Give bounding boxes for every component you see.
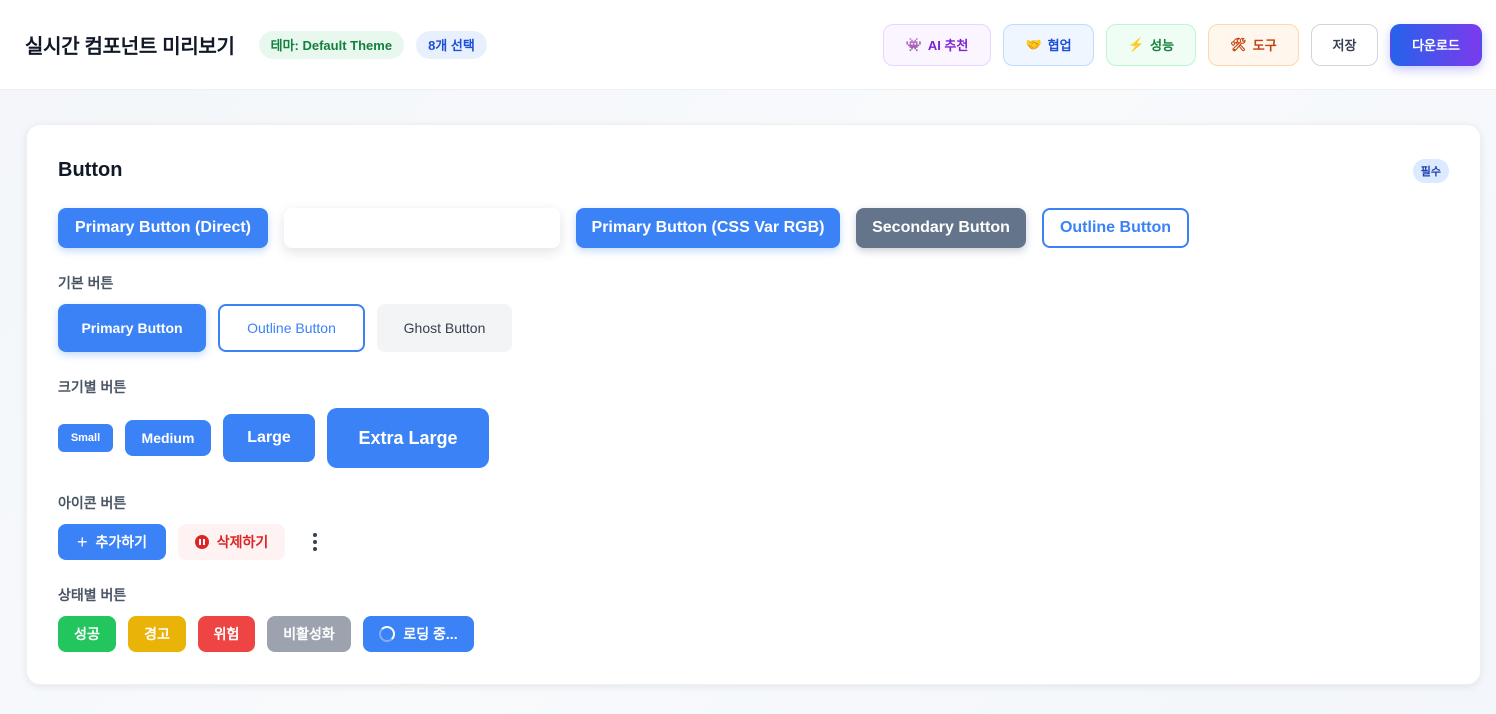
small-button[interactable]: Small	[58, 424, 113, 452]
add-button-label: 추가하기	[95, 534, 148, 550]
delete-button-label: 삭제하기	[216, 534, 269, 550]
large-button[interactable]: Large	[223, 414, 315, 462]
download-button[interactable]: 다운로드	[1390, 23, 1482, 66]
button-component-card: Button 필수 Primary Button (Direct) Primar…	[26, 124, 1481, 685]
warning-button[interactable]: 경고	[128, 616, 186, 652]
spinner-icon	[379, 626, 396, 642]
loading-button[interactable]: 로딩 중...	[363, 616, 474, 652]
danger-button[interactable]: 위험	[198, 616, 255, 652]
success-button[interactable]: 성공	[58, 616, 116, 652]
handshake-icon: 🤝	[1025, 37, 1042, 52]
tools-icon: 🛠	[1230, 37, 1247, 52]
top-actions: 👾 AI 추천 🤝 협업 ⚡ 성능 🛠 도구 저장 다운로드	[883, 23, 1482, 66]
kebab-menu-icon	[313, 533, 317, 551]
collaborate-label: 협업	[1047, 38, 1072, 53]
lightning-icon: ⚡	[1127, 37, 1145, 52]
secondary-button[interactable]: Secondary Button	[856, 208, 1026, 248]
theme-pill: 테마: Default Theme	[258, 30, 405, 59]
top-button-row: Primary Button (Direct) Primary Button (…	[58, 208, 1189, 248]
medium-button[interactable]: Medium	[125, 420, 211, 456]
robot-icon: 👾	[905, 37, 922, 52]
basic-buttons-label: 기본 버튼	[58, 275, 114, 291]
selection-count-pill: 8개 선택	[416, 30, 487, 59]
required-badge: 필수	[1412, 159, 1449, 183]
delete-button[interactable]: 삭제하기	[178, 524, 285, 560]
primary-direct-button[interactable]: Primary Button (Direct)	[58, 208, 268, 248]
primary-css-var-button[interactable]: Primary Button (CSS Var RGB)	[576, 208, 840, 248]
top-bar: 실시간 컴포넌트 미리보기 테마: Default Theme 8개 선택 👾 …	[0, 0, 1496, 90]
size-button-row: Small Medium Large Extra Large	[58, 408, 489, 468]
more-options-button[interactable]	[297, 524, 333, 560]
page-title: 실시간 컴포넌트 미리보기	[25, 36, 235, 58]
plus-icon: +	[76, 532, 88, 552]
performance-button[interactable]: ⚡ 성능	[1106, 23, 1196, 66]
tools-label: 도구	[1252, 38, 1277, 53]
basic-ghost-button[interactable]: Ghost Button	[377, 304, 512, 352]
outline-button[interactable]: Outline Button	[1042, 208, 1189, 248]
tools-button[interactable]: 🛠 도구	[1208, 23, 1299, 66]
blank-button[interactable]	[284, 208, 560, 248]
stop-icon	[194, 535, 209, 549]
basic-button-row: Primary Button Outline Button Ghost Butt…	[58, 304, 512, 352]
ai-recommend-button[interactable]: 👾 AI 추천	[883, 23, 991, 66]
state-buttons-label: 상태별 버튼	[58, 587, 127, 603]
basic-outline-button[interactable]: Outline Button	[218, 304, 365, 352]
size-buttons-label: 크기별 버튼	[58, 379, 127, 395]
loading-button-label: 로딩 중...	[403, 626, 458, 642]
performance-label: 성능	[1150, 38, 1175, 53]
save-button[interactable]: 저장	[1311, 23, 1378, 66]
state-button-row: 성공 경고 위험 비활성화 로딩 중...	[58, 616, 474, 652]
add-button[interactable]: + 추가하기	[58, 524, 166, 560]
icon-button-row: + 추가하기 삭제하기	[58, 524, 333, 560]
extra-large-button[interactable]: Extra Large	[327, 408, 489, 468]
basic-primary-button[interactable]: Primary Button	[58, 304, 206, 352]
card-title: Button	[58, 159, 123, 181]
collaborate-button[interactable]: 🤝 협업	[1003, 23, 1094, 66]
icon-buttons-label: 아이콘 버튼	[58, 495, 127, 511]
disabled-button: 비활성화	[267, 616, 351, 652]
ai-recommend-label: AI 추천	[927, 38, 969, 53]
